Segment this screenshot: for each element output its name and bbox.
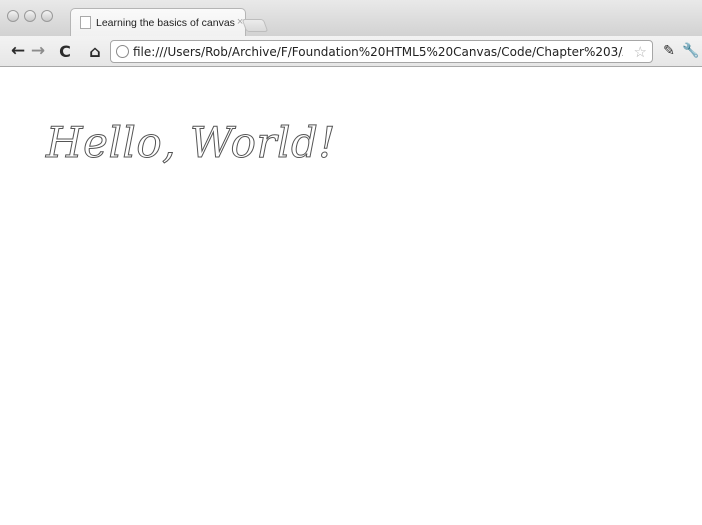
page-icon — [116, 45, 129, 58]
tab-active[interactable]: Learning the basics of canvas × — [70, 8, 246, 36]
tab-title: Learning the basics of canvas — [96, 16, 235, 29]
page-menu-button[interactable]: ✎ — [660, 39, 678, 63]
forward-button[interactable]: → — [28, 39, 48, 63]
bookmark-star-icon[interactable]: ☆ — [634, 43, 647, 61]
minimize-window-button[interactable] — [24, 10, 36, 22]
wrench-menu-button[interactable]: 🔧 — [682, 39, 700, 63]
page-favicon-icon — [80, 16, 91, 29]
toolbar: ← → C ⌂ file:///Users/Rob/Archive/F/Foun… — [0, 36, 702, 67]
new-tab-button[interactable] — [241, 19, 269, 32]
close-window-button[interactable] — [7, 10, 19, 22]
back-button[interactable]: ← — [8, 39, 28, 63]
home-button[interactable]: ⌂ — [84, 39, 106, 63]
reload-button[interactable]: C — [54, 39, 76, 63]
page-content: Hello, World! — [0, 68, 702, 525]
browser-window: Learning the basics of canvas × ← → C ⌂ … — [0, 0, 702, 525]
address-bar[interactable]: file:///Users/Rob/Archive/F/Foundation%2… — [110, 40, 653, 63]
url-text[interactable]: file:///Users/Rob/Archive/F/Foundation%2… — [133, 45, 623, 59]
canvas-hello-world-text: Hello, World! — [46, 118, 336, 168]
zoom-window-button[interactable] — [41, 10, 53, 22]
tab-strip: Learning the basics of canvas × — [0, 0, 702, 36]
